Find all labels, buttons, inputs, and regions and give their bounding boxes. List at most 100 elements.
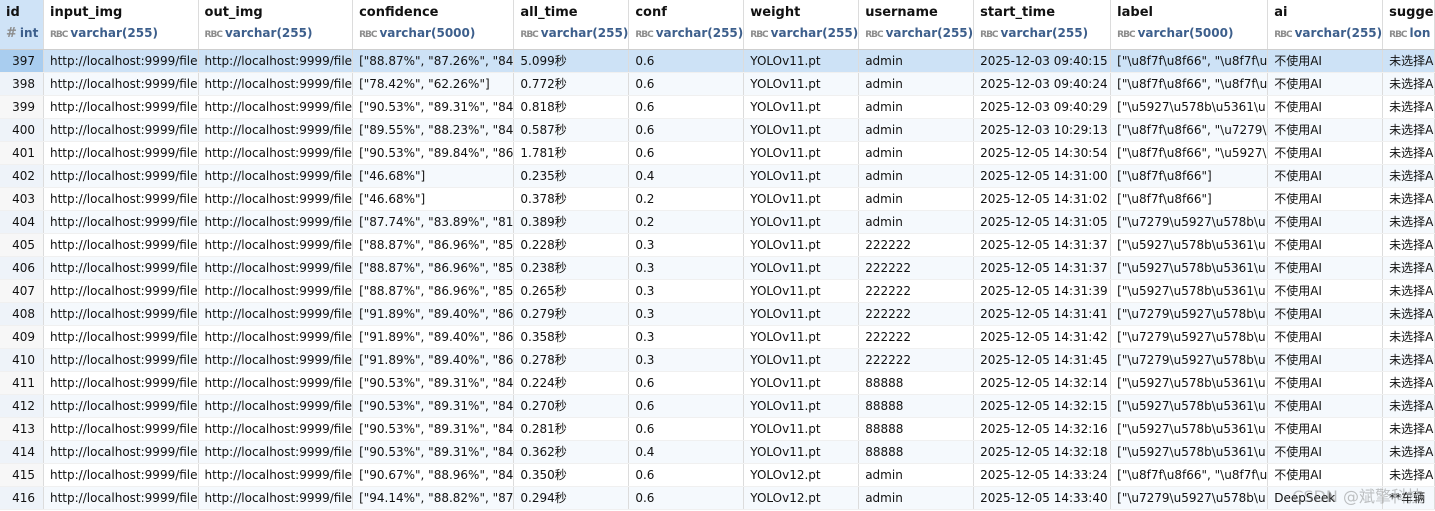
cell-out_img[interactable]: http://localhost:9999/file bbox=[198, 302, 354, 326]
cell-label[interactable]: ["\u8f7f\u8f66", "\u8f7f\u bbox=[1110, 463, 1269, 487]
cell-label[interactable]: ["\u8f7f\u8f66", "\u8f7f\u bbox=[1110, 49, 1269, 73]
table-row[interactable]: 414 http://localhost:9999/file http://loca… bbox=[0, 440, 1435, 464]
table-row[interactable]: 408 http://localhost:9999/file http://loca… bbox=[0, 302, 1435, 326]
cell-out_img[interactable]: http://localhost:9999/file bbox=[198, 417, 354, 441]
cell-id[interactable]: 416 bbox=[0, 486, 44, 510]
cell-weight[interactable]: YOLOv11.pt bbox=[743, 302, 860, 326]
table-row[interactable]: 398 http://localhost:9999/file http://loca… bbox=[0, 72, 1435, 96]
cell-start_time[interactable]: 2025-12-03 09:40:15 bbox=[973, 49, 1112, 73]
cell-id[interactable]: 399 bbox=[0, 95, 44, 119]
cell-all_time[interactable]: 0.238秒 bbox=[513, 256, 630, 280]
cell-conf[interactable]: 0.3 bbox=[628, 279, 745, 303]
cell-all_time[interactable]: 0.378秒 bbox=[513, 187, 630, 211]
cell-weight[interactable]: YOLOv11.pt bbox=[743, 394, 860, 418]
cell-id[interactable]: 411 bbox=[0, 371, 44, 395]
cell-start_time[interactable]: 2025-12-05 14:31:00 bbox=[973, 164, 1112, 188]
table-row[interactable]: 411 http://localhost:9999/file http://loca… bbox=[0, 371, 1435, 395]
cell-ai[interactable]: 不使用AI bbox=[1267, 417, 1384, 441]
table-row[interactable]: 410 http://localhost:9999/file http://loca… bbox=[0, 348, 1435, 372]
cell-weight[interactable]: YOLOv11.pt bbox=[743, 118, 860, 142]
cell-label[interactable]: ["\u8f7f\u8f66", "\u8f7f\u bbox=[1110, 72, 1269, 96]
table-row[interactable]: 413 http://localhost:9999/file http://loca… bbox=[0, 417, 1435, 441]
cell-id[interactable]: 410 bbox=[0, 348, 44, 372]
table-row[interactable]: 404 http://localhost:9999/file http://loca… bbox=[0, 210, 1435, 234]
cell-weight[interactable]: YOLOv11.pt bbox=[743, 164, 860, 188]
cell-confidence[interactable]: ["46.68%"] bbox=[352, 187, 515, 211]
cell-out_img[interactable]: http://localhost:9999/file bbox=[198, 49, 354, 73]
cell-sugge[interactable]: 未选择A bbox=[1382, 394, 1435, 418]
cell-conf[interactable]: 0.6 bbox=[628, 486, 745, 510]
cell-out_img[interactable]: http://localhost:9999/file bbox=[198, 187, 354, 211]
cell-weight[interactable]: YOLOv11.pt bbox=[743, 95, 860, 119]
cell-weight[interactable]: YOLOv11.pt bbox=[743, 49, 860, 73]
cell-weight[interactable]: YOLOv11.pt bbox=[743, 371, 860, 395]
cell-out_img[interactable]: http://localhost:9999/file bbox=[198, 118, 354, 142]
column-header-id[interactable]: id # int bbox=[0, 0, 44, 50]
cell-username[interactable]: admin bbox=[858, 49, 975, 73]
cell-confidence[interactable]: ["90.53%", "89.31%", "84 bbox=[352, 95, 515, 119]
cell-id[interactable]: 414 bbox=[0, 440, 44, 464]
cell-start_time[interactable]: 2025-12-05 14:32:15 bbox=[973, 394, 1112, 418]
cell-conf[interactable]: 0.3 bbox=[628, 325, 745, 349]
cell-input_img[interactable]: http://localhost:9999/file bbox=[43, 371, 199, 395]
cell-input_img[interactable]: http://localhost:9999/file bbox=[43, 95, 199, 119]
cell-out_img[interactable]: http://localhost:9999/file bbox=[198, 371, 354, 395]
cell-start_time[interactable]: 2025-12-05 14:30:54 bbox=[973, 141, 1112, 165]
cell-weight[interactable]: YOLOv12.pt bbox=[743, 463, 860, 487]
cell-all_time[interactable]: 0.294秒 bbox=[513, 486, 630, 510]
cell-confidence[interactable]: ["90.67%", "88.96%", "84 bbox=[352, 463, 515, 487]
cell-username[interactable]: admin bbox=[858, 141, 975, 165]
cell-all_time[interactable]: 0.362秒 bbox=[513, 440, 630, 464]
cell-confidence[interactable]: ["91.89%", "89.40%", "86 bbox=[352, 302, 515, 326]
cell-all_time[interactable]: 0.818秒 bbox=[513, 95, 630, 119]
table-row[interactable]: 407 http://localhost:9999/file http://loca… bbox=[0, 279, 1435, 303]
cell-input_img[interactable]: http://localhost:9999/file bbox=[43, 463, 199, 487]
cell-confidence[interactable]: ["88.87%", "86.96%", "85 bbox=[352, 279, 515, 303]
cell-label[interactable]: ["\u7279\u5927\u578b\u bbox=[1110, 348, 1269, 372]
cell-id[interactable]: 404 bbox=[0, 210, 44, 234]
cell-label[interactable]: ["\u5927\u578b\u5361\u bbox=[1110, 256, 1269, 280]
cell-username[interactable]: 222222 bbox=[858, 279, 975, 303]
cell-weight[interactable]: YOLOv11.pt bbox=[743, 233, 860, 257]
cell-confidence[interactable]: ["88.87%", "86.96%", "85 bbox=[352, 233, 515, 257]
cell-confidence[interactable]: ["87.74%", "83.89%", "81 bbox=[352, 210, 515, 234]
cell-conf[interactable]: 0.6 bbox=[628, 463, 745, 487]
cell-weight[interactable]: YOLOv11.pt bbox=[743, 325, 860, 349]
cell-out_img[interactable]: http://localhost:9999/file bbox=[198, 348, 354, 372]
cell-conf[interactable]: 0.6 bbox=[628, 417, 745, 441]
cell-ai[interactable]: 不使用AI bbox=[1267, 463, 1384, 487]
cell-conf[interactable]: 0.6 bbox=[628, 72, 745, 96]
cell-id[interactable]: 413 bbox=[0, 417, 44, 441]
cell-all_time[interactable]: 1.781秒 bbox=[513, 141, 630, 165]
cell-conf[interactable]: 0.2 bbox=[628, 187, 745, 211]
cell-username[interactable]: 222222 bbox=[858, 256, 975, 280]
cell-conf[interactable]: 0.3 bbox=[628, 233, 745, 257]
cell-username[interactable]: admin bbox=[858, 118, 975, 142]
cell-confidence[interactable]: ["90.53%", "89.31%", "84 bbox=[352, 440, 515, 464]
cell-input_img[interactable]: http://localhost:9999/file bbox=[43, 118, 199, 142]
cell-input_img[interactable]: http://localhost:9999/file bbox=[43, 256, 199, 280]
cell-out_img[interactable]: http://localhost:9999/file bbox=[198, 394, 354, 418]
cell-confidence[interactable]: ["78.42%", "62.26%"] bbox=[352, 72, 515, 96]
cell-id[interactable]: 407 bbox=[0, 279, 44, 303]
cell-sugge[interactable]: 未选择A bbox=[1382, 118, 1435, 142]
cell-ai[interactable]: 不使用AI bbox=[1267, 95, 1384, 119]
cell-weight[interactable]: YOLOv11.pt bbox=[743, 256, 860, 280]
column-header-start_time[interactable]: start_time RBC varchar(255) bbox=[973, 0, 1112, 50]
cell-input_img[interactable]: http://localhost:9999/file bbox=[43, 233, 199, 257]
cell-ai[interactable]: 不使用AI bbox=[1267, 348, 1384, 372]
table-row[interactable]: 405 http://localhost:9999/file http://loca… bbox=[0, 233, 1435, 257]
cell-confidence[interactable]: ["88.87%", "86.96%", "85 bbox=[352, 256, 515, 280]
cell-weight[interactable]: YOLOv12.pt bbox=[743, 486, 860, 510]
cell-out_img[interactable]: http://localhost:9999/file bbox=[198, 72, 354, 96]
cell-confidence[interactable]: ["90.53%", "89.84%", "86 bbox=[352, 141, 515, 165]
cell-ai[interactable]: 不使用AI bbox=[1267, 187, 1384, 211]
cell-start_time[interactable]: 2025-12-05 14:33:40 bbox=[973, 486, 1112, 510]
cell-sugge[interactable]: 未选择A bbox=[1382, 49, 1435, 73]
cell-input_img[interactable]: http://localhost:9999/file bbox=[43, 348, 199, 372]
column-header-ai[interactable]: ai RBC varchar(255) bbox=[1267, 0, 1384, 50]
column-header-all_time[interactable]: all_time RBC varchar(255) bbox=[513, 0, 630, 50]
cell-ai[interactable]: 不使用AI bbox=[1267, 371, 1384, 395]
cell-weight[interactable]: YOLOv11.pt bbox=[743, 279, 860, 303]
cell-weight[interactable]: YOLOv11.pt bbox=[743, 348, 860, 372]
